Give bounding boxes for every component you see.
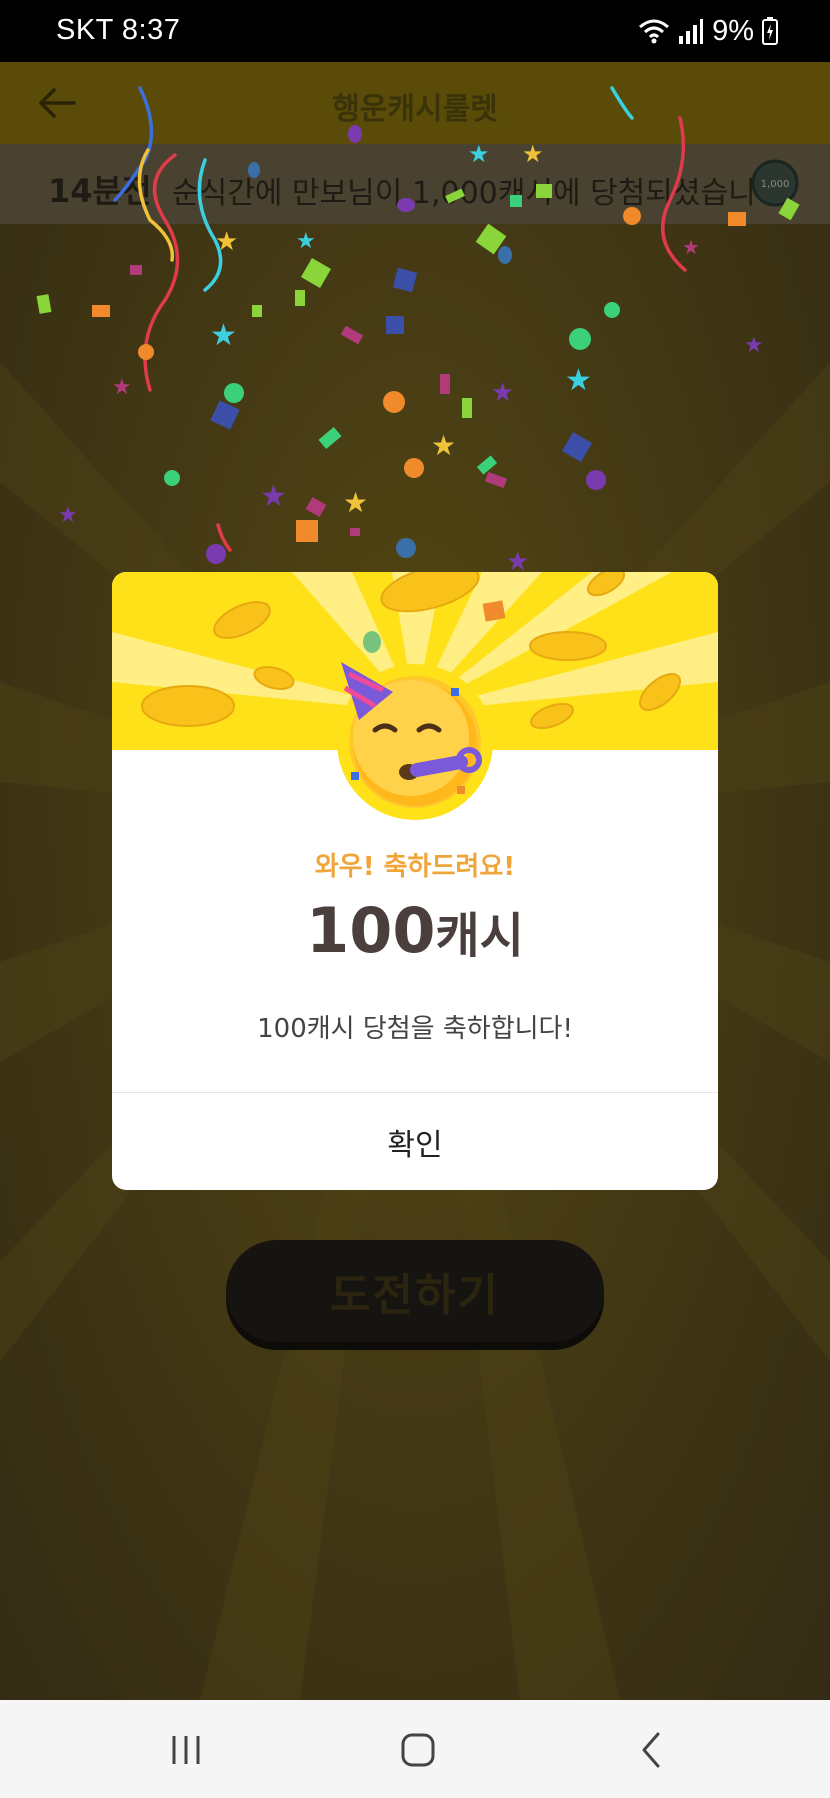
amount-number: 100	[306, 894, 436, 967]
reward-amount: 100캐시	[112, 894, 718, 967]
signal-icon	[679, 19, 704, 44]
battery-percent: 9%	[712, 14, 754, 47]
coin-icon: 1,000	[751, 159, 799, 207]
confirm-button[interactable]: 확인	[112, 1093, 718, 1190]
winner-ticker: 14분전 순식간에 만보님이 1,000캐시에 당첨되셨습니다!	[0, 144, 830, 224]
carrier-time: SKT 8:37	[56, 14, 181, 46]
congrats-text: 와우! 축하드려요!	[314, 852, 516, 882]
system-navigation-bar	[0, 1700, 830, 1798]
battery-icon	[762, 17, 778, 45]
nav-back-icon[interactable]	[632, 1730, 672, 1770]
status-bar: SKT 8:37 9%	[0, 0, 830, 62]
reward-description: 100캐시 당첨을 축하합니다!	[257, 1014, 573, 1044]
ticker-message: 순식간에 만보님이 1,000캐시에 당첨되셨습니다!	[172, 176, 796, 211]
recents-icon[interactable]	[166, 1730, 206, 1770]
challenge-button[interactable]: 도전하기	[226, 1240, 604, 1342]
party-emoji-icon	[337, 662, 493, 820]
coin-label: 1,000	[761, 179, 790, 190]
status-icons: 9%	[638, 12, 778, 50]
page-title: 행운캐시룰렛	[332, 92, 498, 127]
ticker-time: 14분전	[48, 172, 152, 210]
home-icon[interactable]	[398, 1730, 438, 1770]
reward-modal: 와우! 축하드려요! 100캐시 100캐시 당첨을 축하합니다! 확인	[112, 572, 718, 1190]
amount-unit: 캐시	[435, 908, 524, 964]
app-bar: 행운캐시룰렛	[0, 62, 830, 144]
wifi-icon	[639, 19, 670, 44]
